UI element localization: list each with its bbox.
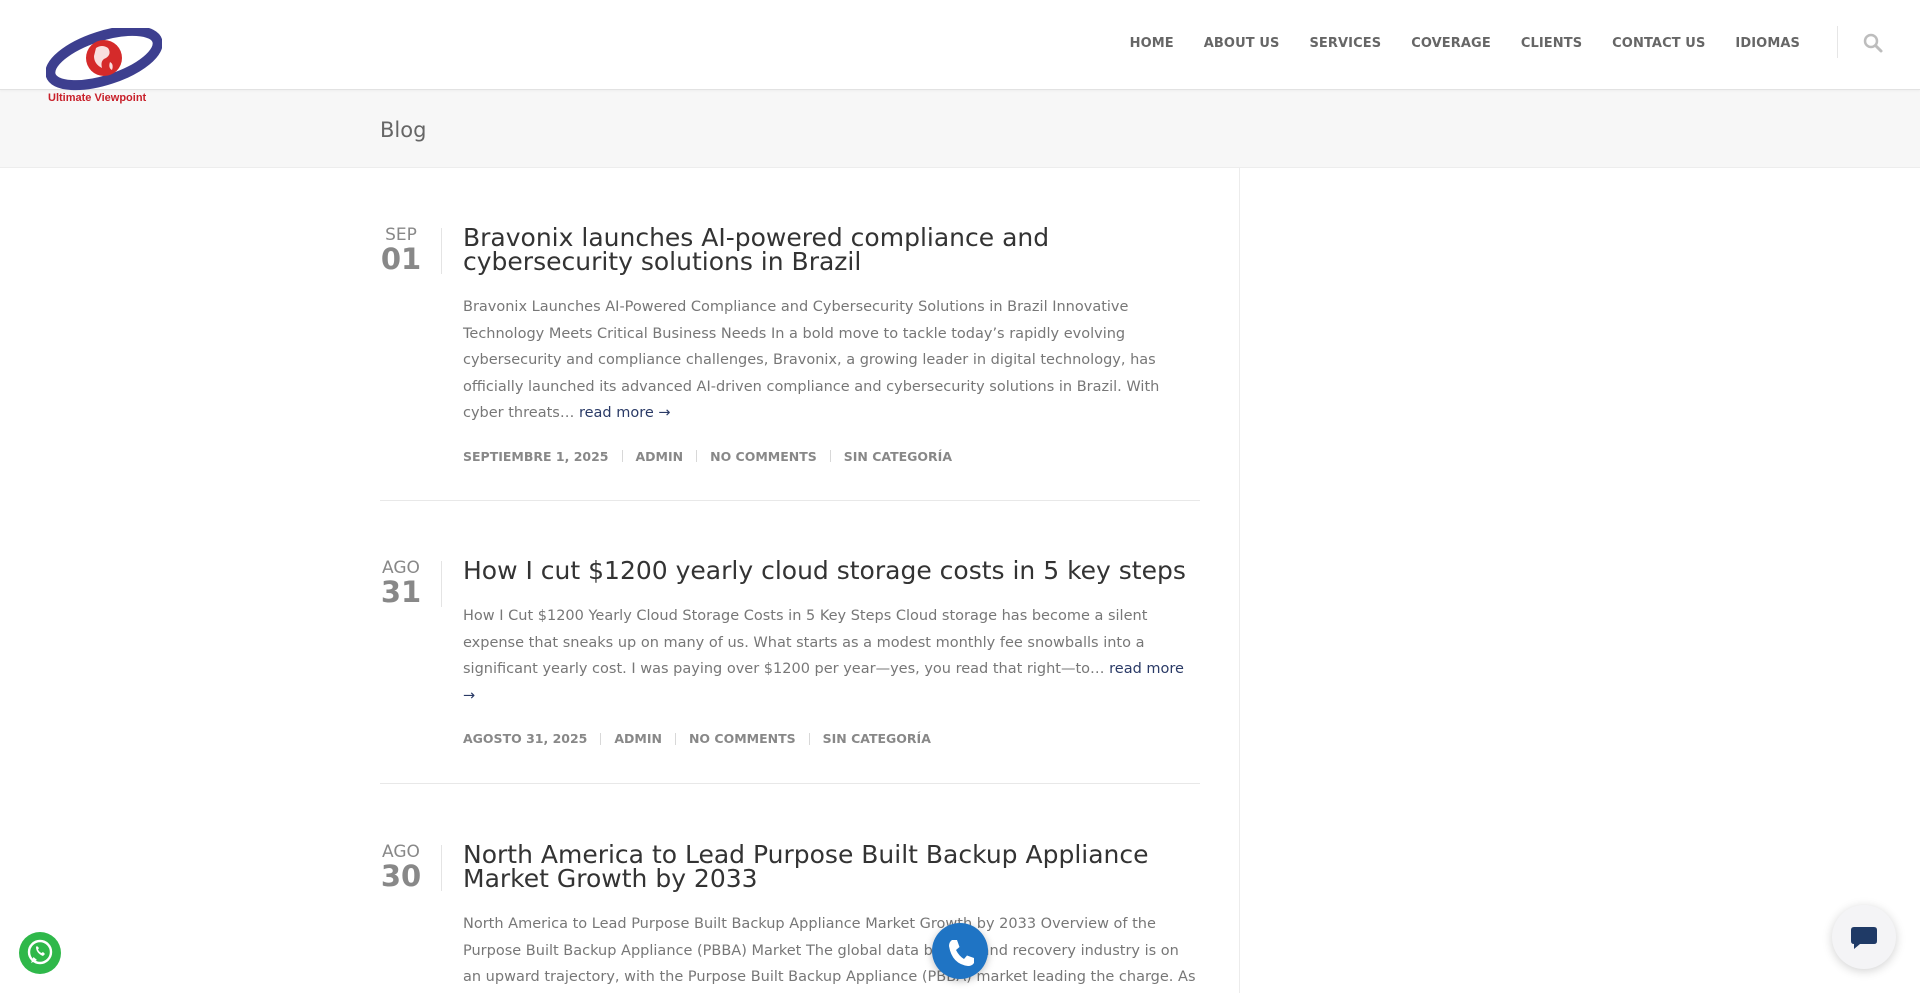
meta-separator (696, 450, 698, 462)
post-excerpt: How I Cut $1200 Yearly Cloud Storage Cos… (463, 603, 1198, 709)
meta-separator (674, 732, 676, 745)
page-title: Blog (380, 118, 427, 142)
nav-clients[interactable]: CLIENTS (1521, 36, 1582, 51)
post-title[interactable]: North America to Lead Purpose Built Back… (463, 842, 1198, 891)
nav-divider (1837, 26, 1838, 58)
post-meta: AGOSTO 31, 2025 ADMIN NO COMMENTS SIN CA… (463, 731, 1198, 746)
post-divider (380, 783, 1200, 784)
post-meta-author[interactable]: ADMIN (636, 449, 684, 464)
nav-idiomas[interactable]: IDIOMAS (1735, 36, 1800, 51)
post-excerpt-text: How I Cut $1200 Yearly Cloud Storage Cos… (463, 608, 1148, 677)
post-day: 30 (380, 859, 422, 893)
logo-wordmark: Ultimate Viewpoint (48, 92, 147, 104)
post-date-block: AGO 30 (380, 843, 422, 891)
post-meta-comments[interactable]: NO COMMENTS (710, 449, 817, 464)
post-body: North America to Lead Purpose Built Back… (463, 842, 1198, 993)
nav-contact-us[interactable]: CONTACT US (1612, 36, 1705, 51)
meta-separator (808, 732, 810, 745)
post-body: How I cut $1200 yearly cloud storage cos… (463, 558, 1198, 746)
date-divider (441, 845, 442, 891)
read-more-link[interactable]: read more → (579, 405, 671, 421)
date-divider (441, 561, 442, 607)
whatsapp-button[interactable] (19, 932, 61, 974)
site-logo[interactable]: Ultimate Viewpoint (45, 25, 163, 108)
globe-logo-icon (45, 25, 163, 91)
post-excerpt-text: Bravonix Launches AI-Powered Compliance … (463, 299, 1160, 421)
post-day: 01 (380, 242, 422, 276)
whatsapp-icon (27, 939, 53, 965)
nav-about-us[interactable]: ABOUT US (1204, 36, 1280, 51)
post-date-block: AGO 31 (380, 559, 422, 607)
post-day: 31 (380, 575, 422, 609)
page-title-band: Blog (0, 90, 1920, 168)
meta-separator (829, 450, 831, 462)
post-meta: SEPTIEMBRE 1, 2025 ADMIN NO COMMENTS SIN… (463, 449, 1198, 464)
post-meta-comments[interactable]: NO COMMENTS (689, 731, 796, 746)
call-button[interactable] (932, 923, 988, 979)
nav-coverage[interactable]: COVERAGE (1411, 36, 1491, 51)
site-header: Ultimate Viewpoint HOME ABOUT US SERVICE… (0, 0, 1920, 104)
main-nav: HOME ABOUT US SERVICES COVERAGE CLIENTS … (1100, 0, 1800, 86)
post-meta-author[interactable]: ADMIN (614, 731, 662, 746)
post-meta-category[interactable]: SIN CATEGORÍA (844, 449, 952, 464)
chat-button[interactable] (1832, 905, 1896, 969)
post-date-block: SEP 01 (380, 226, 422, 274)
chat-icon (1851, 927, 1877, 949)
post-excerpt: North America to Lead Purpose Built Back… (463, 916, 1196, 985)
phone-icon (949, 940, 974, 966)
post-divider (380, 500, 1200, 501)
meta-separator (621, 450, 623, 462)
sidebar-divider (1239, 168, 1240, 993)
post-meta-date[interactable]: SEPTIEMBRE 1, 2025 (463, 449, 609, 464)
search-icon[interactable] (1862, 32, 1884, 54)
meta-separator (600, 732, 602, 745)
nav-services[interactable]: SERVICES (1309, 36, 1381, 51)
post-title[interactable]: How I cut $1200 yearly cloud storage cos… (463, 558, 1198, 583)
date-divider (441, 228, 442, 274)
nav-home[interactable]: HOME (1130, 36, 1174, 51)
post-meta-date[interactable]: AGOSTO 31, 2025 (463, 731, 587, 746)
post-meta-category[interactable]: SIN CATEGORÍA (823, 731, 931, 746)
post-title[interactable]: Bravonix launches AI-powered compliance … (463, 225, 1198, 274)
post-body: Bravonix launches AI-powered compliance … (463, 225, 1198, 464)
post-excerpt: Bravonix Launches AI-Powered Compliance … (463, 294, 1198, 427)
